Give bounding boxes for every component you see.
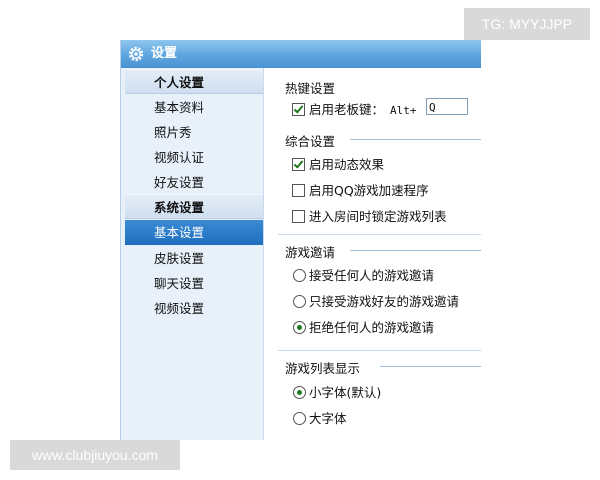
sidebar-item-skin-settings[interactable]: 皮肤设置 — [125, 246, 263, 271]
invite-refuse-radio[interactable] — [293, 321, 306, 334]
settings-window: 设置 个人设置 基本资料 照片秀 视频认证 好友设置 系统设置 基本设置 皮肤设… — [120, 40, 481, 440]
invite-anyone-radio[interactable] — [293, 269, 306, 282]
boss-key-checkbox[interactable] — [292, 103, 305, 116]
sidebar: 个人设置 基本资料 照片秀 视频认证 好友设置 系统设置 基本设置 皮肤设置 聊… — [121, 68, 264, 440]
lock-list-label: 进入房间时锁定游戏列表 — [309, 209, 447, 224]
list-option-large[interactable]: 大字体 — [293, 410, 347, 428]
invite-anyone-label: 接受任何人的游戏邀请 — [309, 268, 435, 283]
sidebar-item-friend-settings[interactable]: 好友设置 — [125, 170, 263, 195]
sidebar-item-chat-settings[interactable]: 聊天设置 — [125, 271, 263, 296]
boss-key-option[interactable]: 启用老板键： Alt+ — [292, 101, 417, 119]
watermark-top: TG: MYYJJPP — [464, 8, 590, 40]
sidebar-item-photo-show[interactable]: 照片秀 — [125, 120, 263, 145]
sidebar-header-system: 系统设置 — [125, 194, 263, 219]
section-divider-list-display — [380, 366, 481, 367]
large-font-label: 大字体 — [309, 411, 347, 426]
sidebar-item-basic-profile[interactable]: 基本资料 — [125, 95, 263, 120]
hotkey-input[interactable]: Q — [426, 98, 468, 115]
large-font-radio[interactable] — [293, 412, 306, 425]
accelerator-label: 启用QQ游戏加速程序 — [309, 183, 429, 198]
section-title-list-display: 游戏列表显示 — [285, 361, 361, 376]
invite-friends-radio[interactable] — [293, 295, 306, 308]
invite-option-anyone[interactable]: 接受任何人的游戏邀请 — [293, 267, 434, 285]
general-option-accelerator[interactable]: 启用QQ游戏加速程序 — [292, 182, 429, 200]
invite-friends-label: 只接受游戏好友的游戏邀请 — [309, 294, 460, 309]
section-divider-bottom-general — [278, 234, 481, 235]
list-option-small[interactable]: 小字体(默认) — [293, 384, 381, 402]
watermark-bottom: www.clubjiuyou.com — [10, 440, 180, 470]
window-title: 设置 — [151, 46, 178, 61]
page: TG: MYYJJPP 设置 个人设置 基本资料 照片秀 视频认证 好友设置 系… — [0, 0, 600, 480]
sidebar-item-video-verify[interactable]: 视频认证 — [125, 145, 263, 170]
general-option-animation[interactable]: 启用动态效果 — [292, 156, 384, 174]
section-title-invite: 游戏邀请 — [285, 245, 336, 260]
animation-label: 启用动态效果 — [309, 157, 385, 172]
invite-option-refuse[interactable]: 拒绝任何人的游戏邀请 — [293, 319, 434, 337]
lock-list-checkbox[interactable] — [292, 210, 305, 223]
title-bar: 设置 — [121, 40, 481, 68]
invite-option-friends[interactable]: 只接受游戏好友的游戏邀请 — [293, 293, 459, 311]
hotkey-prefix: Alt+ — [390, 104, 417, 117]
invite-refuse-label: 拒绝任何人的游戏邀请 — [309, 320, 435, 335]
settings-content: 热键设置 启用老板键： Alt+ Q 综合设置 启用动态效果 启用QQ游戏加速程序… — [264, 68, 481, 440]
section-title-hotkey: 热键设置 — [285, 81, 336, 96]
animation-checkbox[interactable] — [292, 158, 305, 171]
accelerator-checkbox[interactable] — [292, 184, 305, 197]
sidebar-item-basic-settings[interactable]: 基本设置 — [125, 220, 263, 245]
gear-icon — [128, 46, 144, 62]
general-option-lock-list[interactable]: 进入房间时锁定游戏列表 — [292, 208, 447, 226]
small-font-radio[interactable] — [293, 386, 306, 399]
section-divider-top-list — [278, 350, 481, 351]
sidebar-item-video-settings[interactable]: 视频设置 — [125, 296, 263, 321]
section-divider-general — [350, 139, 481, 140]
section-title-general: 综合设置 — [285, 134, 336, 149]
small-font-label: 小字体(默认) — [309, 385, 382, 400]
section-divider-invite — [350, 250, 481, 251]
sidebar-header-personal: 个人设置 — [125, 69, 263, 94]
boss-key-label: 启用老板键： — [309, 102, 385, 117]
